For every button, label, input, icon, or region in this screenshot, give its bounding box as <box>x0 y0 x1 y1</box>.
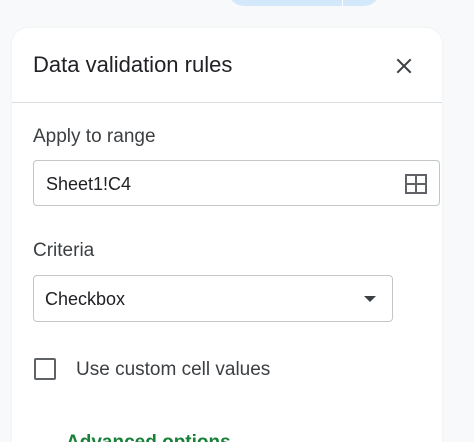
data-validation-panel: Data validation rules Apply to range Cri… <box>12 28 442 442</box>
range-label: Apply to range <box>33 126 156 147</box>
custom-values-checkbox[interactable] <box>34 358 56 380</box>
criteria-selected-value: Checkbox <box>45 289 126 309</box>
stage: Data validation rules Apply to range Cri… <box>0 0 474 442</box>
advanced-options-link[interactable]: Advanced options <box>66 431 231 442</box>
panel-header: Data validation rules <box>12 28 442 103</box>
toolbar-chip[interactable] <box>228 0 380 6</box>
grid-select-icon[interactable] <box>404 173 428 195</box>
criteria-select[interactable]: Checkbox <box>33 275 393 322</box>
custom-values-label[interactable]: Use custom cell values <box>76 358 270 382</box>
panel-title: Data validation rules <box>33 52 233 77</box>
toolbar-chip-divider <box>342 0 343 6</box>
dropdown-arrow-icon <box>364 296 376 302</box>
range-input[interactable] <box>46 171 386 197</box>
range-field[interactable] <box>33 160 440 206</box>
criteria-label: Criteria <box>33 240 95 261</box>
close-button[interactable] <box>388 50 420 82</box>
close-icon <box>396 58 412 74</box>
